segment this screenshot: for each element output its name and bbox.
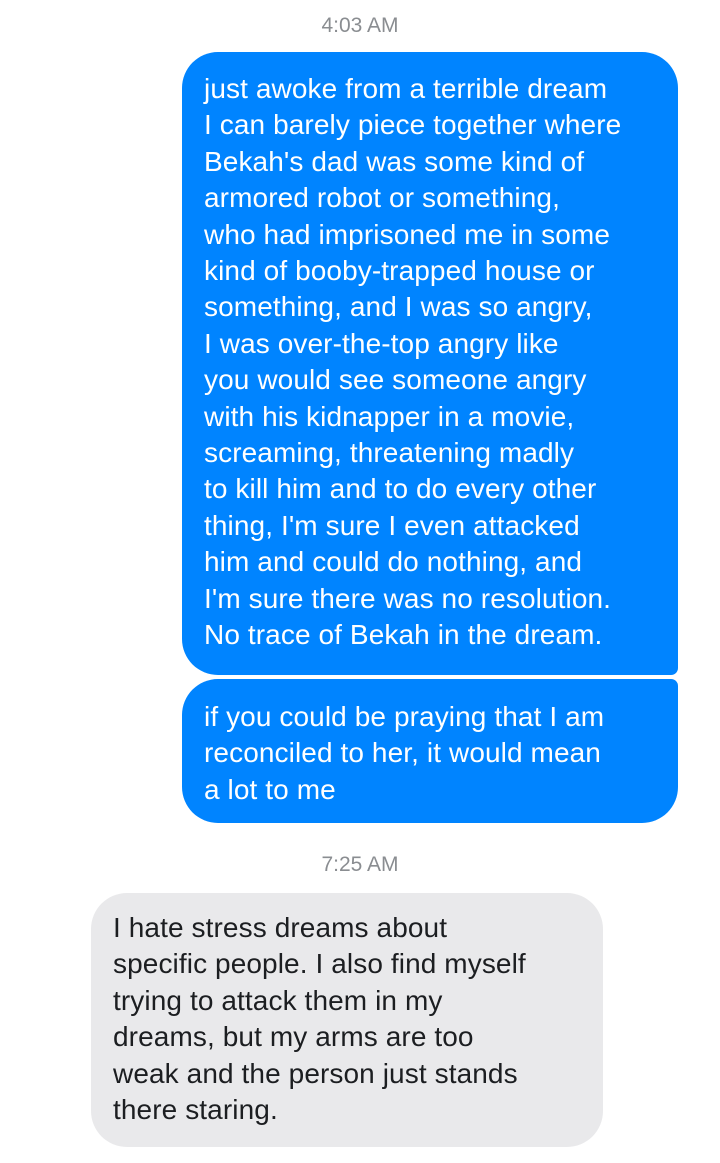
sent-message-bubble[interactable]: if you could be praying that I am reconc… bbox=[182, 679, 678, 823]
message-thread: 4:03 AM just awoke from a terrible dream… bbox=[0, 0, 720, 1163]
timestamp: 4:03 AM bbox=[321, 14, 399, 37]
received-message-bubble[interactable]: I hate stress dreams about specific peop… bbox=[91, 893, 603, 1147]
timestamp: 7:25 AM bbox=[321, 853, 399, 876]
sent-message-bubble[interactable]: just awoke from a terrible dream I can b… bbox=[182, 52, 678, 675]
